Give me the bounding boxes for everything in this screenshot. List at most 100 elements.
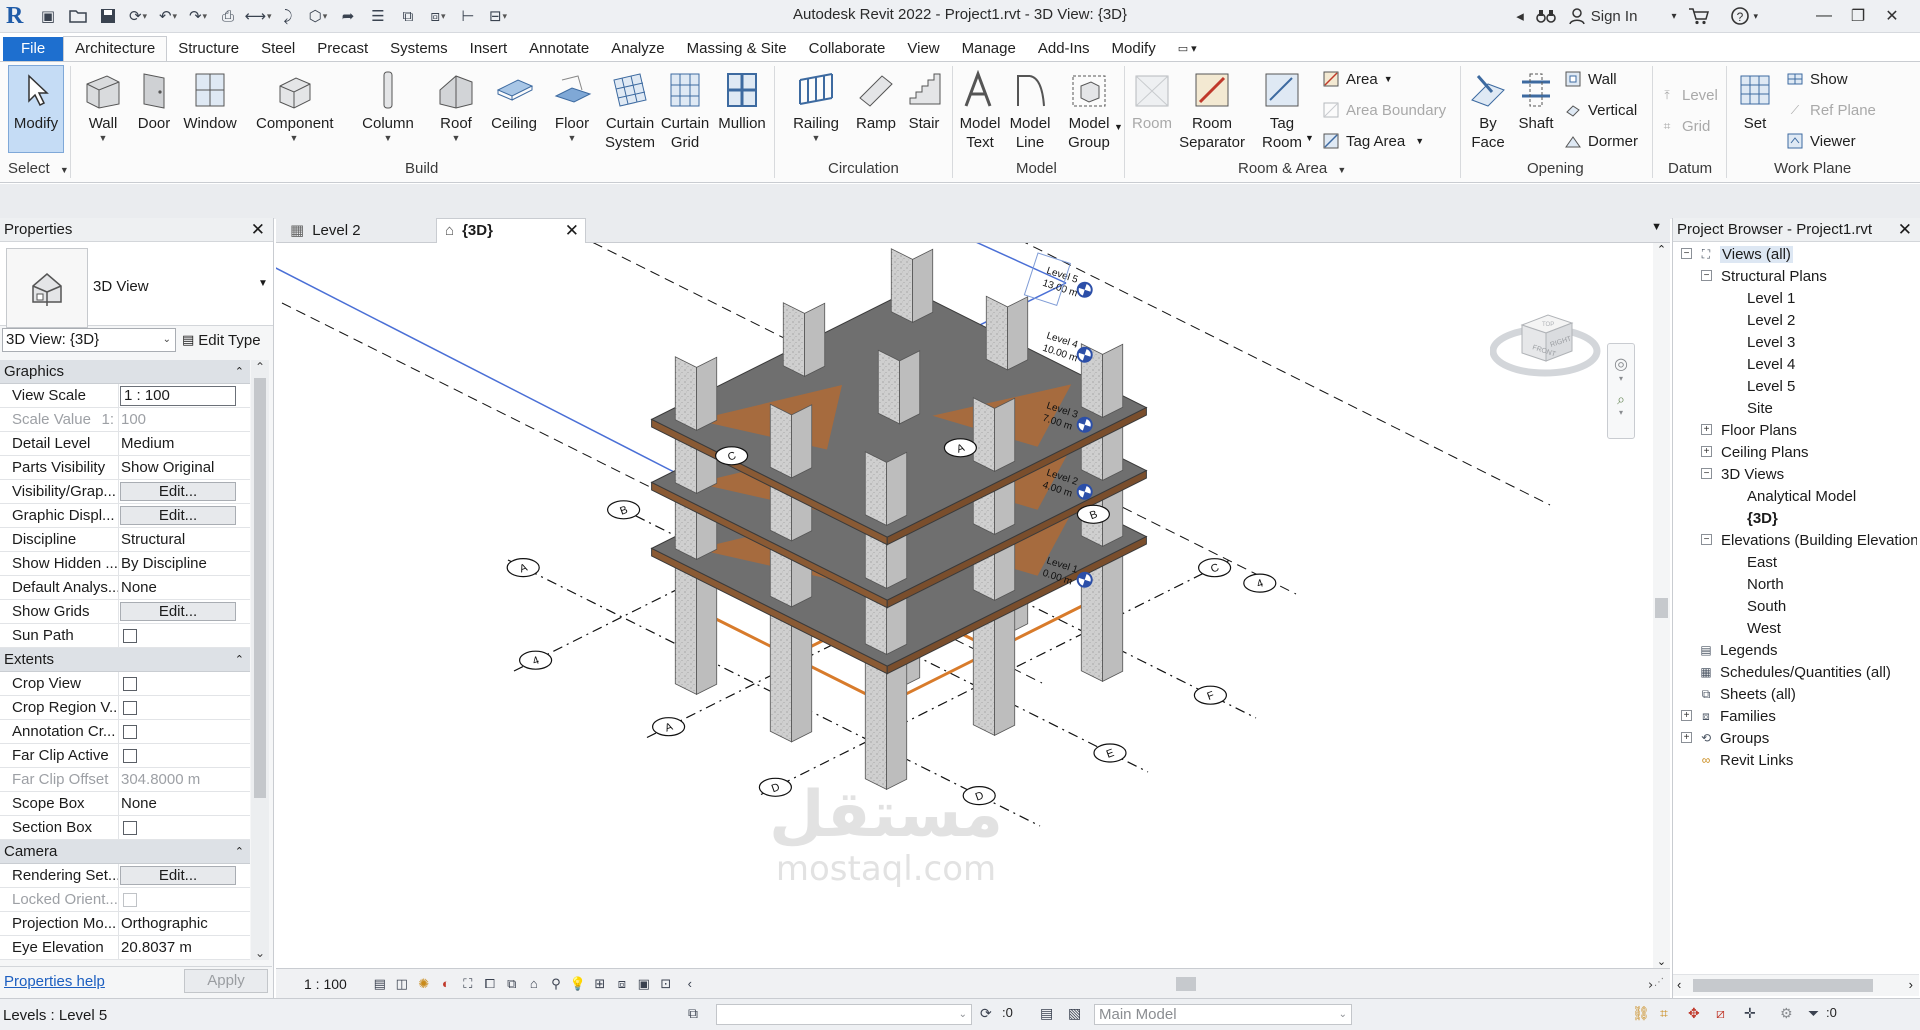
switch-windows-icon[interactable]: ⧈ ▾ xyxy=(426,5,450,27)
prop-discipline[interactable]: Discipline Structural xyxy=(0,528,250,552)
tree-sp-level-5[interactable]: Level 5 xyxy=(1747,375,1795,397)
minimize-button[interactable]: — xyxy=(1810,7,1838,25)
tab-3d-view[interactable]: ⌂ {3D} ✕ xyxy=(436,218,586,243)
view-horizontal-scrollbar[interactable]: › xyxy=(726,975,1656,993)
tree-sp-level-3[interactable]: Level 3 xyxy=(1747,331,1795,353)
tab-analyze[interactable]: Analyze xyxy=(600,37,675,62)
collapse-icon[interactable]: ⌃ xyxy=(235,840,244,864)
tree-elevation-south[interactable]: South xyxy=(1747,595,1786,617)
unlocked-3d-view-icon[interactable]: ⌂ xyxy=(523,974,545,994)
expand-floor-plans-icon[interactable]: + xyxy=(1701,424,1712,435)
collapse-views-icon[interactable]: − xyxy=(1681,248,1692,259)
scroll-left-icon[interactable]: ‹ xyxy=(679,974,701,994)
tab-modify[interactable]: Modify xyxy=(1101,37,1167,62)
scroll-thumb[interactable] xyxy=(254,378,266,798)
instance-selector[interactable]: 3D View: {3D} ⌄ xyxy=(2,328,176,352)
prop-scope-box[interactable]: Scope Box None xyxy=(0,792,250,816)
tree-analytical-model[interactable]: Analytical Model xyxy=(1747,485,1856,507)
worksharing-display-icon[interactable]: ⊞ xyxy=(589,974,611,994)
ceiling-button[interactable]: Ceiling xyxy=(486,66,542,133)
wall-button[interactable]: Wall ▼ xyxy=(75,66,131,143)
tree-elevations[interactable]: Elevations (Building Elevation) xyxy=(1721,529,1917,551)
tab-collaborate[interactable]: Collaborate xyxy=(798,37,897,62)
design-option-dropdown[interactable]: Main Model ⌄ xyxy=(1094,1004,1352,1025)
scroll-down-icon[interactable]: ⌄ xyxy=(1653,955,1670,968)
3d-view-canvas[interactable]: Level 5 13.00 m Level 4 10.00 m Level 3 7.00 … xyxy=(276,243,1653,968)
properties-help-link[interactable]: Properties help xyxy=(4,973,105,990)
tree-sp-level-1[interactable]: Level 1 xyxy=(1747,287,1795,309)
detail-level-icon[interactable]: ▤ xyxy=(369,974,391,994)
collapse-elevations-icon[interactable]: − xyxy=(1701,534,1712,545)
model-text-button[interactable]: Model Text xyxy=(952,66,1008,152)
tab-precast[interactable]: Precast xyxy=(306,37,379,62)
viewcube-top-label[interactable]: TOP xyxy=(1542,322,1554,328)
design-options-icon[interactable]: ▤ xyxy=(1040,1005,1053,1022)
far-clip-active-checkbox[interactable] xyxy=(123,749,137,763)
tab-annotate[interactable]: Annotate xyxy=(518,37,600,62)
viewcube[interactable]: FRONT RIGHT TOP xyxy=(1490,293,1620,393)
tree-sheets[interactable]: ⧉ Sheets (all) xyxy=(1697,683,1796,705)
area-button[interactable]: Area ▼ xyxy=(1322,68,1393,90)
type-dropdown-icon[interactable]: ▼ xyxy=(258,278,268,289)
expand-families-icon[interactable]: + xyxy=(1681,710,1692,721)
print-icon[interactable]: ⎙ xyxy=(216,5,240,27)
scroll-thumb[interactable] xyxy=(1176,977,1196,991)
highlight-displacement-icon[interactable]: ⊡ xyxy=(655,974,677,994)
tree-sp-site[interactable]: Site xyxy=(1747,397,1773,419)
expand-ceiling-plans-icon[interactable]: + xyxy=(1701,446,1712,457)
reveal-hidden-icon[interactable]: 💡 xyxy=(567,974,589,994)
tree-views-all[interactable]: ⛶ Views (all) xyxy=(1697,243,1793,265)
drag-elements-icon[interactable]: ✛ xyxy=(1744,1005,1756,1022)
steering-wheel-icon[interactable]: ◎ xyxy=(1608,354,1634,374)
revit-logo[interactable]: R xyxy=(6,3,23,30)
prop-detail-level[interactable]: Detail Level Medium xyxy=(0,432,250,456)
cart-icon[interactable] xyxy=(1688,7,1710,25)
mullion-button[interactable]: Mullion xyxy=(714,66,770,133)
tab-add-ins[interactable]: Add-Ins xyxy=(1027,37,1101,62)
crop-view-checkbox[interactable] xyxy=(123,677,137,691)
tree-3d-views[interactable]: 3D Views xyxy=(1721,463,1784,485)
expand-groups-icon[interactable]: + xyxy=(1681,732,1692,743)
sun-path-icon[interactable]: ✺ xyxy=(413,974,435,994)
dormer-button[interactable]: Dormer xyxy=(1564,130,1638,152)
show-crop-region-icon[interactable]: ⧉ xyxy=(501,974,523,994)
graphic-display-edit-button[interactable]: Edit... xyxy=(120,506,236,525)
tab-steel[interactable]: Steel xyxy=(250,37,306,62)
view-scale-input[interactable]: 1 : 100 xyxy=(120,386,236,406)
tag-room-button[interactable]: Tag Room xyxy=(1254,66,1310,152)
section-icon[interactable]: ➦ xyxy=(336,5,360,27)
tab-file[interactable]: File xyxy=(3,37,64,62)
collapse-3d-views-icon[interactable]: − xyxy=(1701,468,1712,479)
area-boundary-button[interactable]: Area Boundary xyxy=(1322,99,1446,121)
column-button[interactable]: Column ▼ xyxy=(360,66,416,143)
ribbon-minimize-toggle[interactable]: ▭ ▾ xyxy=(1167,37,1208,62)
tab-level-2[interactable]: ▦ Level 2 xyxy=(284,218,430,243)
room-separator-button[interactable]: Room Separator xyxy=(1178,66,1246,152)
sun-path-checkbox[interactable] xyxy=(123,629,137,643)
door-button[interactable]: Door xyxy=(126,66,182,133)
close-properties-icon[interactable]: ✕ xyxy=(251,218,265,242)
shaft-button[interactable]: Shaft xyxy=(1508,66,1564,133)
window-button[interactable]: Window xyxy=(182,66,238,133)
apply-button[interactable]: Apply xyxy=(184,969,268,993)
app-menu-icon[interactable]: ▣ xyxy=(36,5,60,27)
tree-revit-links[interactable]: ∞ Revit Links xyxy=(1697,749,1794,771)
scroll-up-icon[interactable]: ⌃ xyxy=(1653,243,1670,256)
tab-insert[interactable]: Insert xyxy=(459,37,519,62)
scroll-down-icon[interactable]: ⌄ xyxy=(251,946,269,960)
group-extents[interactable]: Extents ⌃ xyxy=(0,648,250,672)
view-vertical-scrollbar[interactable]: ⌃ ⌄ xyxy=(1653,243,1670,968)
filter-icon[interactable]: ⏷ xyxy=(1808,1005,1819,1022)
tree-groups[interactable]: ⟲ Groups xyxy=(1697,727,1769,749)
thin-lines-icon[interactable]: ☰ xyxy=(366,5,390,27)
zoom-region-icon[interactable]: ⌕ xyxy=(1608,391,1634,408)
visual-style-icon[interactable]: ◫ xyxy=(391,974,413,994)
show-grids-edit-button[interactable]: Edit... xyxy=(120,602,236,621)
browser-horizontal-scrollbar[interactable]: ‹ › xyxy=(1673,974,1919,996)
close-window-button[interactable]: ✕ xyxy=(1878,6,1906,26)
tree-sp-level-2[interactable]: Level 2 xyxy=(1747,309,1795,331)
scroll-right-icon[interactable]: › xyxy=(1909,977,1913,992)
background-processes-icon[interactable]: ⚙ xyxy=(1780,1005,1793,1022)
prop-parts-visibility[interactable]: Parts Visibility Show Original xyxy=(0,456,250,480)
collapse-icon[interactable]: ⌃ xyxy=(235,360,244,384)
